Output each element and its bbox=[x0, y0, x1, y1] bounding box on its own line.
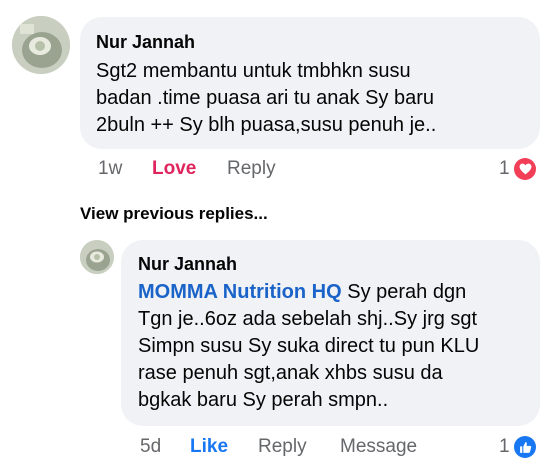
reply-time[interactable]: 5d bbox=[140, 436, 161, 458]
comment-avatar[interactable] bbox=[12, 16, 70, 74]
comment-text-line: Sgt2 membantu untuk tmbhkn susu bbox=[96, 60, 411, 82]
view-previous-replies-link[interactable]: View previous replies... bbox=[80, 204, 268, 224]
reply-text-first: Sy perah dgn bbox=[341, 281, 467, 303]
heart-icon[interactable] bbox=[514, 158, 536, 180]
love-button[interactable]: Love bbox=[152, 158, 196, 180]
message-button[interactable]: Message bbox=[340, 436, 417, 458]
thumbs-up-icon[interactable] bbox=[514, 436, 536, 458]
avatar-image bbox=[80, 240, 114, 274]
avatar-image bbox=[12, 16, 70, 74]
comment-reaction-count[interactable]: 1 bbox=[499, 158, 510, 180]
reply-text-line: MOMMA Nutrition HQ Sy perah dgn bbox=[138, 279, 533, 306]
comment-text: Sgt2 membantu untuk tmbhkn susu badan .t… bbox=[96, 58, 536, 139]
reply-text: MOMMA Nutrition HQ Sy perah dgn Tgn je..… bbox=[138, 279, 533, 414]
reply-author[interactable]: Nur Jannah bbox=[138, 254, 237, 275]
reply-button[interactable]: Reply bbox=[258, 436, 307, 458]
reply-avatar[interactable] bbox=[80, 240, 114, 274]
reply-text-line: bgkak baru Sy perah smpn.. bbox=[138, 389, 389, 411]
comment-text-line: badan .time puasa ari tu anak Sy baru bbox=[96, 87, 434, 109]
reply-text-line: Tgn je..6oz ada sebelah shj..Sy jrg sgt bbox=[138, 308, 478, 330]
reply-text-line: Simpn susu Sy suka direct tu pun KLU bbox=[138, 335, 480, 357]
reply-text-line: rase penuh sgt,anak xhbs susu da bbox=[138, 362, 443, 384]
mention-link[interactable]: MOMMA Nutrition HQ bbox=[138, 281, 342, 303]
reply-reaction-count[interactable]: 1 bbox=[499, 436, 510, 458]
comment-author[interactable]: Nur Jannah bbox=[96, 32, 195, 53]
like-button[interactable]: Like bbox=[190, 436, 228, 458]
comment-text-line: 2buln ++ Sy blh puasa,susu penuh je.. bbox=[96, 114, 437, 136]
comment-time[interactable]: 1w bbox=[98, 158, 122, 180]
reply-button[interactable]: Reply bbox=[227, 158, 276, 180]
